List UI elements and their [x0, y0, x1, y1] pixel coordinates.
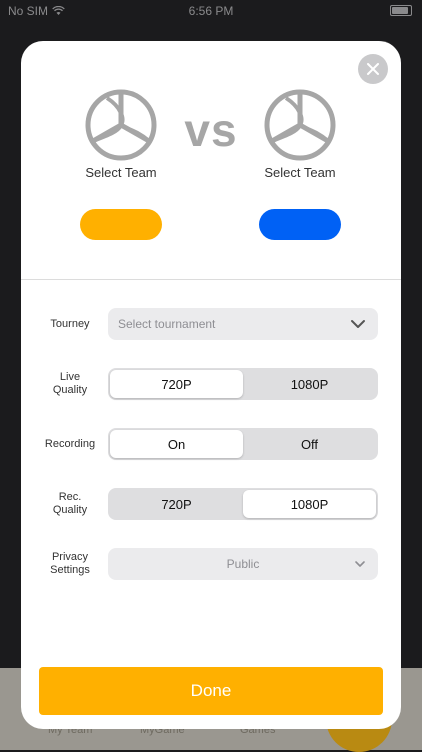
- battery-icon: [390, 5, 412, 16]
- tourney-row: Tourney Select tournament: [21, 308, 401, 340]
- volleyball-icon: [264, 89, 336, 161]
- tournament-placeholder: Select tournament: [118, 317, 216, 331]
- rec-quality-row: Rec. Quality 720P 1080P: [21, 488, 401, 520]
- divider: [21, 279, 401, 280]
- recording-on[interactable]: On: [110, 430, 243, 458]
- tourney-label-text: Tourney: [50, 317, 90, 330]
- rec-quality-1080p-label: 1080P: [290, 496, 329, 512]
- team-left-label: Select Team: [85, 165, 157, 180]
- rec-quality-720p[interactable]: 720P: [110, 490, 243, 518]
- rec-quality-label-line1: Rec.: [58, 491, 82, 503]
- team-right-selector[interactable]: Select Team: [245, 89, 355, 180]
- status-time: 6:56 PM: [188, 4, 234, 18]
- live-quality-row: Live Quality 720P 1080P: [21, 368, 401, 400]
- rec-quality-label: Rec. Quality: [33, 488, 107, 520]
- done-button[interactable]: Done: [39, 667, 383, 715]
- live-quality-segmented: 720P 1080P: [108, 368, 378, 400]
- rec-quality-720p-label: 720P: [161, 496, 192, 512]
- close-button[interactable]: [358, 54, 388, 84]
- done-button-label: Done: [190, 681, 232, 700]
- recording-label: Recording: [33, 428, 107, 460]
- live-quality-1080p[interactable]: 1080P: [243, 370, 376, 398]
- rec-quality-label-line2: Quality: [52, 504, 88, 516]
- live-quality-720p[interactable]: 720P: [110, 370, 243, 398]
- team-right-label: Select Team: [264, 165, 336, 180]
- privacy-value: Public: [226, 557, 260, 571]
- privacy-label: Privacy Settings: [33, 548, 107, 580]
- tournament-select[interactable]: Select tournament: [108, 308, 378, 340]
- recording-row: Recording On Off: [21, 428, 401, 460]
- privacy-label-line1: Privacy: [51, 551, 89, 563]
- chevron-down-icon: [351, 320, 365, 328]
- recording-segmented: On Off: [108, 428, 378, 460]
- recording-off[interactable]: Off: [243, 430, 376, 458]
- recording-off-label: Off: [300, 436, 319, 452]
- live-quality-720p-label: 720P: [161, 376, 192, 392]
- rec-quality-1080p[interactable]: 1080P: [243, 490, 376, 518]
- live-quality-1080p-label: 1080P: [290, 376, 329, 392]
- recording-on-label: On: [167, 436, 186, 452]
- live-quality-label-line2: Quality: [52, 384, 88, 396]
- new-game-modal: Select Team vs Select Team Tourney Selec…: [21, 41, 401, 729]
- tourney-label: Tourney: [33, 308, 107, 340]
- team-left-color-button[interactable]: [80, 209, 162, 240]
- close-icon: [367, 63, 379, 75]
- privacy-select[interactable]: Public: [108, 548, 378, 580]
- live-quality-label-line1: Live: [59, 371, 81, 383]
- chevron-down-icon: [355, 561, 365, 567]
- privacy-label-line2: Settings: [50, 564, 90, 576]
- privacy-row: Privacy Settings Public: [21, 548, 401, 580]
- status-bar: No SIM 6:56 PM: [0, 0, 422, 24]
- recording-label-text: Recording: [44, 437, 96, 450]
- rec-quality-segmented: 720P 1080P: [108, 488, 378, 520]
- team-right-color-button[interactable]: [259, 209, 341, 240]
- live-quality-label: Live Quality: [33, 368, 107, 400]
